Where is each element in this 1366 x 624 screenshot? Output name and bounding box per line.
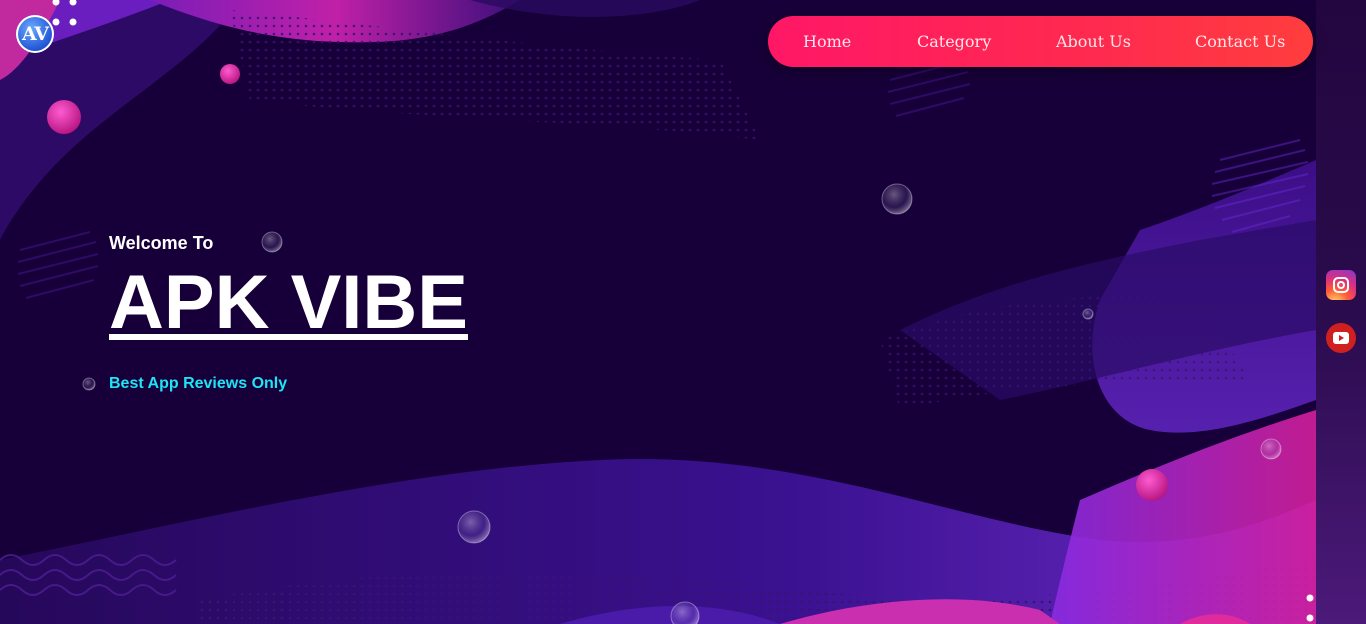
nav-item-contact-us[interactable]: Contact Us [1195,16,1285,67]
youtube-icon[interactable] [1326,323,1356,353]
youtube-glyph [1333,332,1349,344]
instagram-icon[interactable] [1326,270,1356,300]
nav-item-about-us[interactable]: About Us [1056,16,1131,67]
site-logo[interactable]: AV [16,15,54,53]
social-sidebar [1316,0,1366,624]
nav-item-home[interactable]: Home [803,16,851,67]
nav-item-category[interactable]: Category [917,16,991,67]
page: AV Home Category About Us Contact Us Wel… [0,0,1366,624]
main-nav: Home Category About Us Contact Us [768,16,1313,67]
hero-welcome-text: Welcome To [109,233,214,253]
instagram-glyph [1333,277,1349,293]
hero-subtitle: Best App Reviews Only [109,375,288,392]
hero-title: APK VIBE [109,260,468,345]
